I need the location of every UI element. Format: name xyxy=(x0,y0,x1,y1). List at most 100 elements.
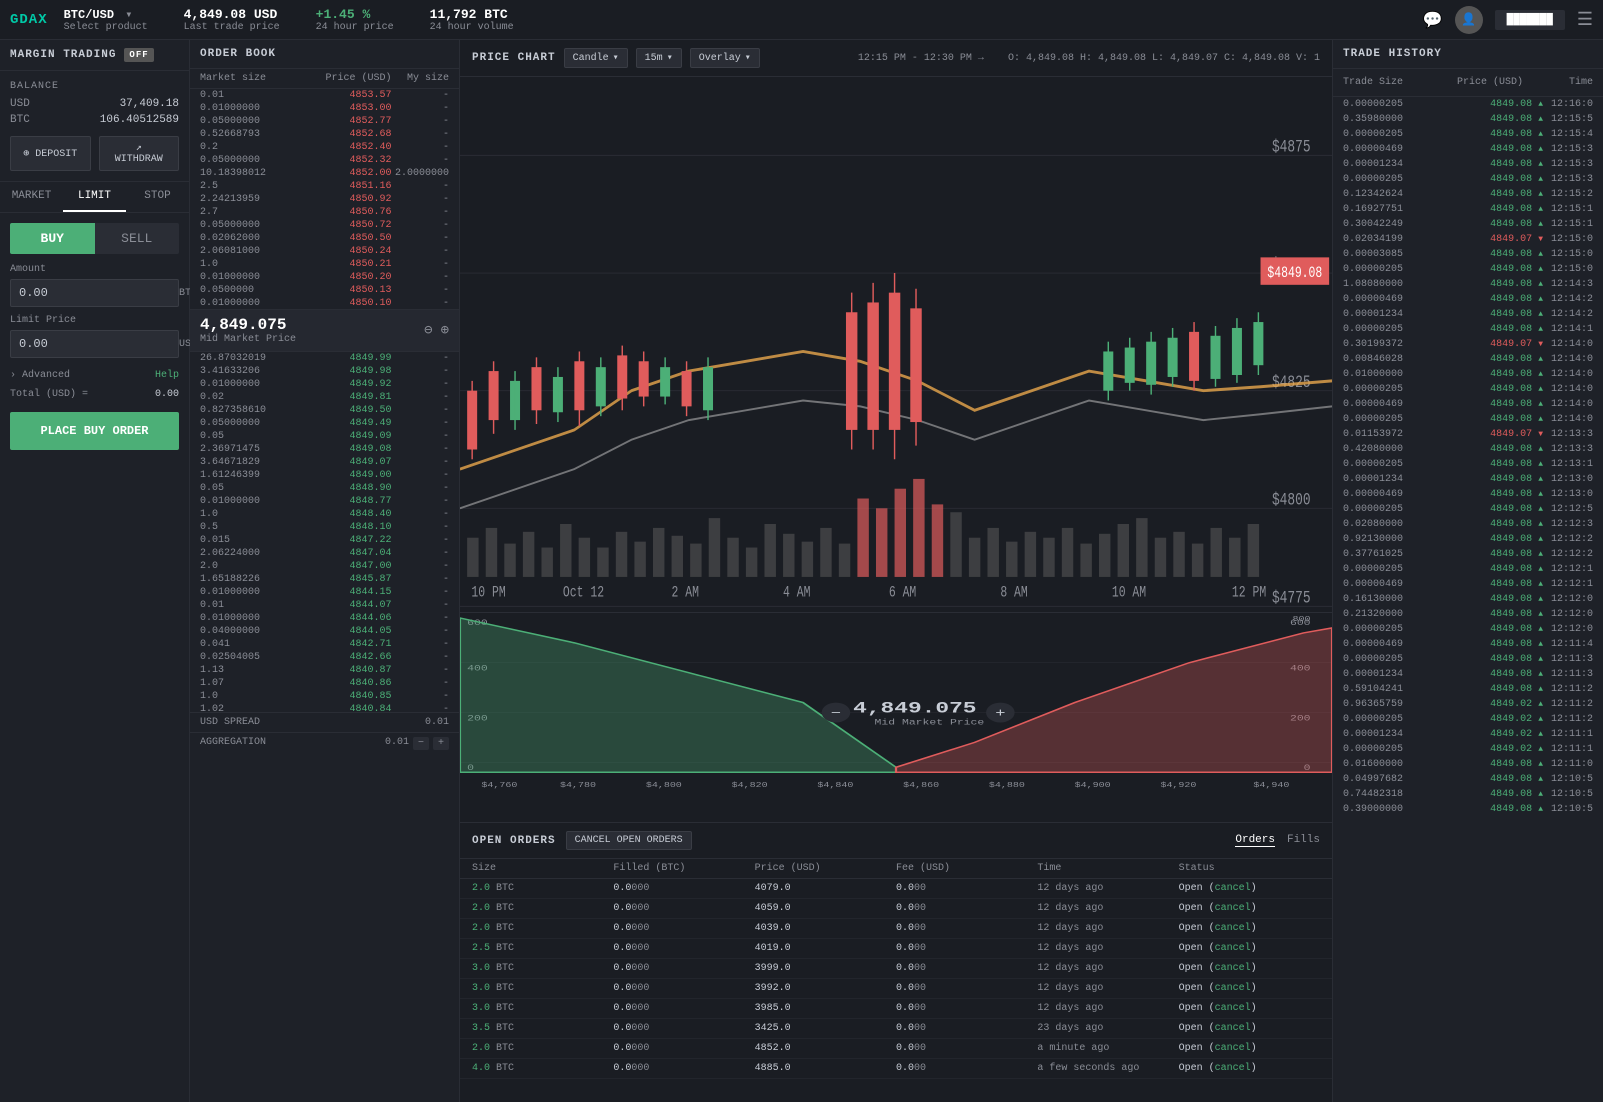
help-link[interactable]: Help xyxy=(155,370,179,381)
trade-history-row[interactable]: 0.00000205 4849.08 ▲ 12:14:1 xyxy=(1333,322,1603,337)
zoom-in-icon[interactable]: ⊕ xyxy=(441,322,449,339)
trade-history-row[interactable]: 0.00000469 4849.08 ▲ 12:14:0 xyxy=(1333,397,1603,412)
order-book-ask-row[interactable]: 0.02062000 4850.50 - xyxy=(190,232,459,245)
order-book-bid-row[interactable]: 0.01000000 4844.15 - xyxy=(190,586,459,599)
order-cancel-link[interactable]: cancel xyxy=(1215,1063,1251,1074)
trade-history-row[interactable]: 0.04997682 4849.08 ▲ 12:10:5 xyxy=(1333,772,1603,787)
trade-history-row[interactable]: 0.01000000 4849.08 ▲ 12:14:0 xyxy=(1333,367,1603,382)
order-book-ask-row[interactable]: 2.7 4850.76 - xyxy=(190,206,459,219)
tab-market[interactable]: MARKET xyxy=(0,182,63,212)
trade-history-row[interactable]: 0.00001234 4849.08 ▲ 12:14:2 xyxy=(1333,307,1603,322)
trade-history-row[interactable]: 0.00001234 4849.08 ▲ 12:11:3 xyxy=(1333,667,1603,682)
trade-history-row[interactable]: 0.39000000 4849.08 ▲ 12:10:5 xyxy=(1333,802,1603,817)
order-book-ask-row[interactable]: 2.24213959 4850.92 - xyxy=(190,193,459,206)
order-book-bid-row[interactable]: 1.13 4840.87 - xyxy=(190,664,459,677)
menu-icon[interactable]: ☰ xyxy=(1577,9,1593,31)
trade-history-row[interactable]: 0.00000205 4849.08 ▲ 12:15:4 xyxy=(1333,127,1603,142)
order-book-ask-row[interactable]: 2.5 4851.16 - xyxy=(190,180,459,193)
order-book-ask-row[interactable]: 10.18398012 4852.00 2.0000000 xyxy=(190,167,459,180)
chart-area[interactable]: $4875 $4850 $4825 $4800 $4775 $4750 $484… xyxy=(460,77,1332,822)
trade-history-row[interactable]: 0.00000205 4849.08 ▲ 12:12:5 xyxy=(1333,502,1603,517)
trade-history-row[interactable]: 0.00000469 4849.08 ▲ 12:11:4 xyxy=(1333,637,1603,652)
margin-toggle[interactable]: OFF xyxy=(124,48,153,62)
order-cancel-link[interactable]: cancel xyxy=(1215,903,1251,914)
order-cancel-link[interactable]: cancel xyxy=(1215,1003,1251,1014)
trade-history-row[interactable]: 0.01600000 4849.08 ▲ 12:11:0 xyxy=(1333,757,1603,772)
order-book-ask-row[interactable]: 0.0500000 4850.13 - xyxy=(190,284,459,297)
order-book-bid-row[interactable]: 0.041 4842.71 - xyxy=(190,638,459,651)
order-book-ask-row[interactable]: 0.01000000 4850.10 - xyxy=(190,297,459,309)
order-book-bid-row[interactable]: 26.87032019 4849.99 - xyxy=(190,352,459,365)
order-book-ask-row[interactable]: 1.0 4850.21 - xyxy=(190,258,459,271)
trade-history-row[interactable]: 0.00000205 4849.02 ▲ 12:11:2 xyxy=(1333,712,1603,727)
trade-history-row[interactable]: 1.08080000 4849.08 ▲ 12:14:3 xyxy=(1333,277,1603,292)
trade-history-row[interactable]: 0.02034199 4849.07 ▼ 12:15:0 xyxy=(1333,232,1603,247)
order-book-bid-row[interactable]: 0.01 4844.07 - xyxy=(190,599,459,612)
order-book-ask-row[interactable]: 0.01000000 4853.00 - xyxy=(190,102,459,115)
trade-history-row[interactable]: 0.00000205 4849.08 ▲ 12:14:0 xyxy=(1333,382,1603,397)
trade-history-row[interactable]: 0.00846028 4849.08 ▲ 12:14:0 xyxy=(1333,352,1603,367)
trade-history-row[interactable]: 0.00000205 4849.08 ▲ 12:13:1 xyxy=(1333,457,1603,472)
overlay-button[interactable]: Overlay ▾ xyxy=(690,48,760,68)
order-cancel-link[interactable]: cancel xyxy=(1215,923,1251,934)
order-book-bid-row[interactable]: 0.05000000 4849.49 - xyxy=(190,417,459,430)
order-book-bid-row[interactable]: 0.05 4849.09 - xyxy=(190,430,459,443)
cancel-open-orders-button[interactable]: CANCEL OPEN ORDERS xyxy=(566,831,692,850)
order-book-bid-row[interactable]: 0.01000000 4844.06 - xyxy=(190,612,459,625)
trade-history-row[interactable]: 0.00001234 4849.02 ▲ 12:11:1 xyxy=(1333,727,1603,742)
trade-history-row[interactable]: 0.00000469 4849.08 ▲ 12:14:2 xyxy=(1333,292,1603,307)
withdraw-button[interactable]: ↗ WITHDRAW xyxy=(99,136,180,171)
trade-history-row[interactable]: 0.00000469 4849.08 ▲ 12:15:3 xyxy=(1333,142,1603,157)
trade-history-row[interactable]: 0.16927751 4849.08 ▲ 12:15:1 xyxy=(1333,202,1603,217)
order-book-bid-row[interactable]: 1.65188226 4845.87 - xyxy=(190,573,459,586)
trade-history-row[interactable]: 0.02080000 4849.08 ▲ 12:12:3 xyxy=(1333,517,1603,532)
order-book-bid-row[interactable]: 2.06224000 4847.04 - xyxy=(190,547,459,560)
order-book-bid-row[interactable]: 1.02 4840.84 - xyxy=(190,703,459,712)
order-book-bid-row[interactable]: 0.015 4847.22 - xyxy=(190,534,459,547)
trade-history-row[interactable]: 0.35980000 4849.08 ▲ 12:15:5 xyxy=(1333,112,1603,127)
order-book-bid-row[interactable]: 1.0 4848.40 - xyxy=(190,508,459,521)
trade-history-row[interactable]: 0.01153972 4849.07 ▼ 12:13:3 xyxy=(1333,427,1603,442)
order-book-ask-row[interactable]: 0.05000000 4850.72 - xyxy=(190,219,459,232)
order-cancel-link[interactable]: cancel xyxy=(1215,1043,1251,1054)
order-book-bid-row[interactable]: 1.0 4840.85 - xyxy=(190,690,459,703)
trade-history-row[interactable]: 0.16130000 4849.08 ▲ 12:12:0 xyxy=(1333,592,1603,607)
order-cancel-link[interactable]: cancel xyxy=(1215,943,1251,954)
order-book-bid-row[interactable]: 0.827358610 4849.50 - xyxy=(190,404,459,417)
trade-history-row[interactable]: 0.00000469 4849.08 ▲ 12:13:0 xyxy=(1333,487,1603,502)
order-book-bid-row[interactable]: 0.02 4849.81 - xyxy=(190,391,459,404)
trade-history-row[interactable]: 0.00001234 4849.08 ▲ 12:15:3 xyxy=(1333,157,1603,172)
trade-history-row[interactable]: 0.12342624 4849.08 ▲ 12:15:2 xyxy=(1333,187,1603,202)
order-book-bid-row[interactable]: 3.41633206 4849.98 - xyxy=(190,365,459,378)
tab-fills[interactable]: Fills xyxy=(1287,834,1320,847)
trade-history-row[interactable]: 0.30199372 4849.07 ▼ 12:14:0 xyxy=(1333,337,1603,352)
sell-button[interactable]: SELL xyxy=(95,223,180,254)
trade-history-row[interactable]: 0.00000205 4849.08 ▲ 12:16:0 xyxy=(1333,97,1603,112)
trade-history-row[interactable]: 0.00000205 4849.08 ▲ 12:15:0 xyxy=(1333,262,1603,277)
trade-history-row[interactable]: 0.42080000 4849.08 ▲ 12:13:3 xyxy=(1333,442,1603,457)
order-cancel-link[interactable]: cancel xyxy=(1215,963,1251,974)
limit-price-input[interactable] xyxy=(11,331,179,357)
order-cancel-link[interactable]: cancel xyxy=(1215,1023,1251,1034)
trade-history-row[interactable]: 0.21320000 4849.08 ▲ 12:12:0 xyxy=(1333,607,1603,622)
order-book-ask-row[interactable]: 0.52668793 4852.68 - xyxy=(190,128,459,141)
order-book-ask-row[interactable]: 0.05000000 4852.77 - xyxy=(190,115,459,128)
amount-input[interactable] xyxy=(11,280,179,306)
order-cancel-link[interactable]: cancel xyxy=(1215,983,1251,994)
time-frame-button[interactable]: 15m ▾ xyxy=(636,48,682,68)
zoom-out-icon[interactable]: ⊖ xyxy=(424,322,432,339)
trade-history-row[interactable]: 0.00000205 4849.08 ▲ 12:15:3 xyxy=(1333,172,1603,187)
trade-history-row[interactable]: 0.00000205 4849.08 ▲ 12:12:1 xyxy=(1333,562,1603,577)
order-book-bid-row[interactable]: 0.5 4848.10 - xyxy=(190,521,459,534)
trade-history-row[interactable]: 0.00000469 4849.08 ▲ 12:12:1 xyxy=(1333,577,1603,592)
order-book-bid-row[interactable]: 2.0 4847.00 - xyxy=(190,560,459,573)
order-book-bid-row[interactable]: 1.07 4840.86 - xyxy=(190,677,459,690)
agg-plus-button[interactable]: + xyxy=(433,737,449,750)
avatar[interactable]: 👤 xyxy=(1455,6,1483,34)
order-book-ask-row[interactable]: 0.2 4852.40 - xyxy=(190,141,459,154)
tab-limit[interactable]: LIMIT xyxy=(63,182,126,212)
trade-history-row[interactable]: 0.00000205 4849.08 ▲ 12:14:0 xyxy=(1333,412,1603,427)
trade-history-row[interactable]: 0.30042249 4849.08 ▲ 12:15:1 xyxy=(1333,217,1603,232)
order-book-bid-row[interactable]: 0.01000000 4848.77 - xyxy=(190,495,459,508)
trade-history-row[interactable]: 0.96365759 4849.02 ▲ 12:11:2 xyxy=(1333,697,1603,712)
